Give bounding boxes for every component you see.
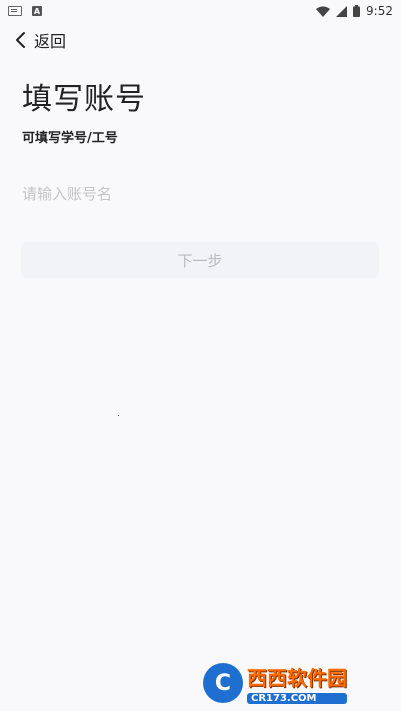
- page-subtitle: 可填写学号/工号: [22, 131, 118, 146]
- watermark-domain: CR173.COM: [247, 693, 347, 704]
- status-right-icons: 9:52: [316, 4, 393, 18]
- watermark-brand: 西西软件园: [247, 666, 347, 690]
- watermark-text-group: 西西软件园 CR173.COM: [247, 662, 347, 704]
- wifi-icon: [316, 6, 331, 17]
- status-time: 9:52: [366, 4, 393, 18]
- a-icon: A: [32, 6, 42, 16]
- page-title: 填写账号: [22, 82, 146, 117]
- next-button[interactable]: 下一步: [21, 242, 379, 278]
- status-bar: A 9:52: [0, 0, 401, 22]
- back-label: 返回: [34, 32, 67, 51]
- watermark-logo-icon: C: [203, 663, 243, 703]
- chevron-left-icon: [16, 32, 25, 48]
- keyboard-icon: [8, 6, 22, 16]
- signal-icon: [336, 5, 348, 17]
- stray-dot: [118, 415, 119, 416]
- watermark: C 西西软件园 CR173.COM: [203, 662, 383, 704]
- status-left-icons: A: [8, 6, 42, 16]
- back-button[interactable]: 返回: [14, 28, 66, 52]
- battery-icon: [353, 5, 361, 17]
- account-input[interactable]: [22, 178, 378, 210]
